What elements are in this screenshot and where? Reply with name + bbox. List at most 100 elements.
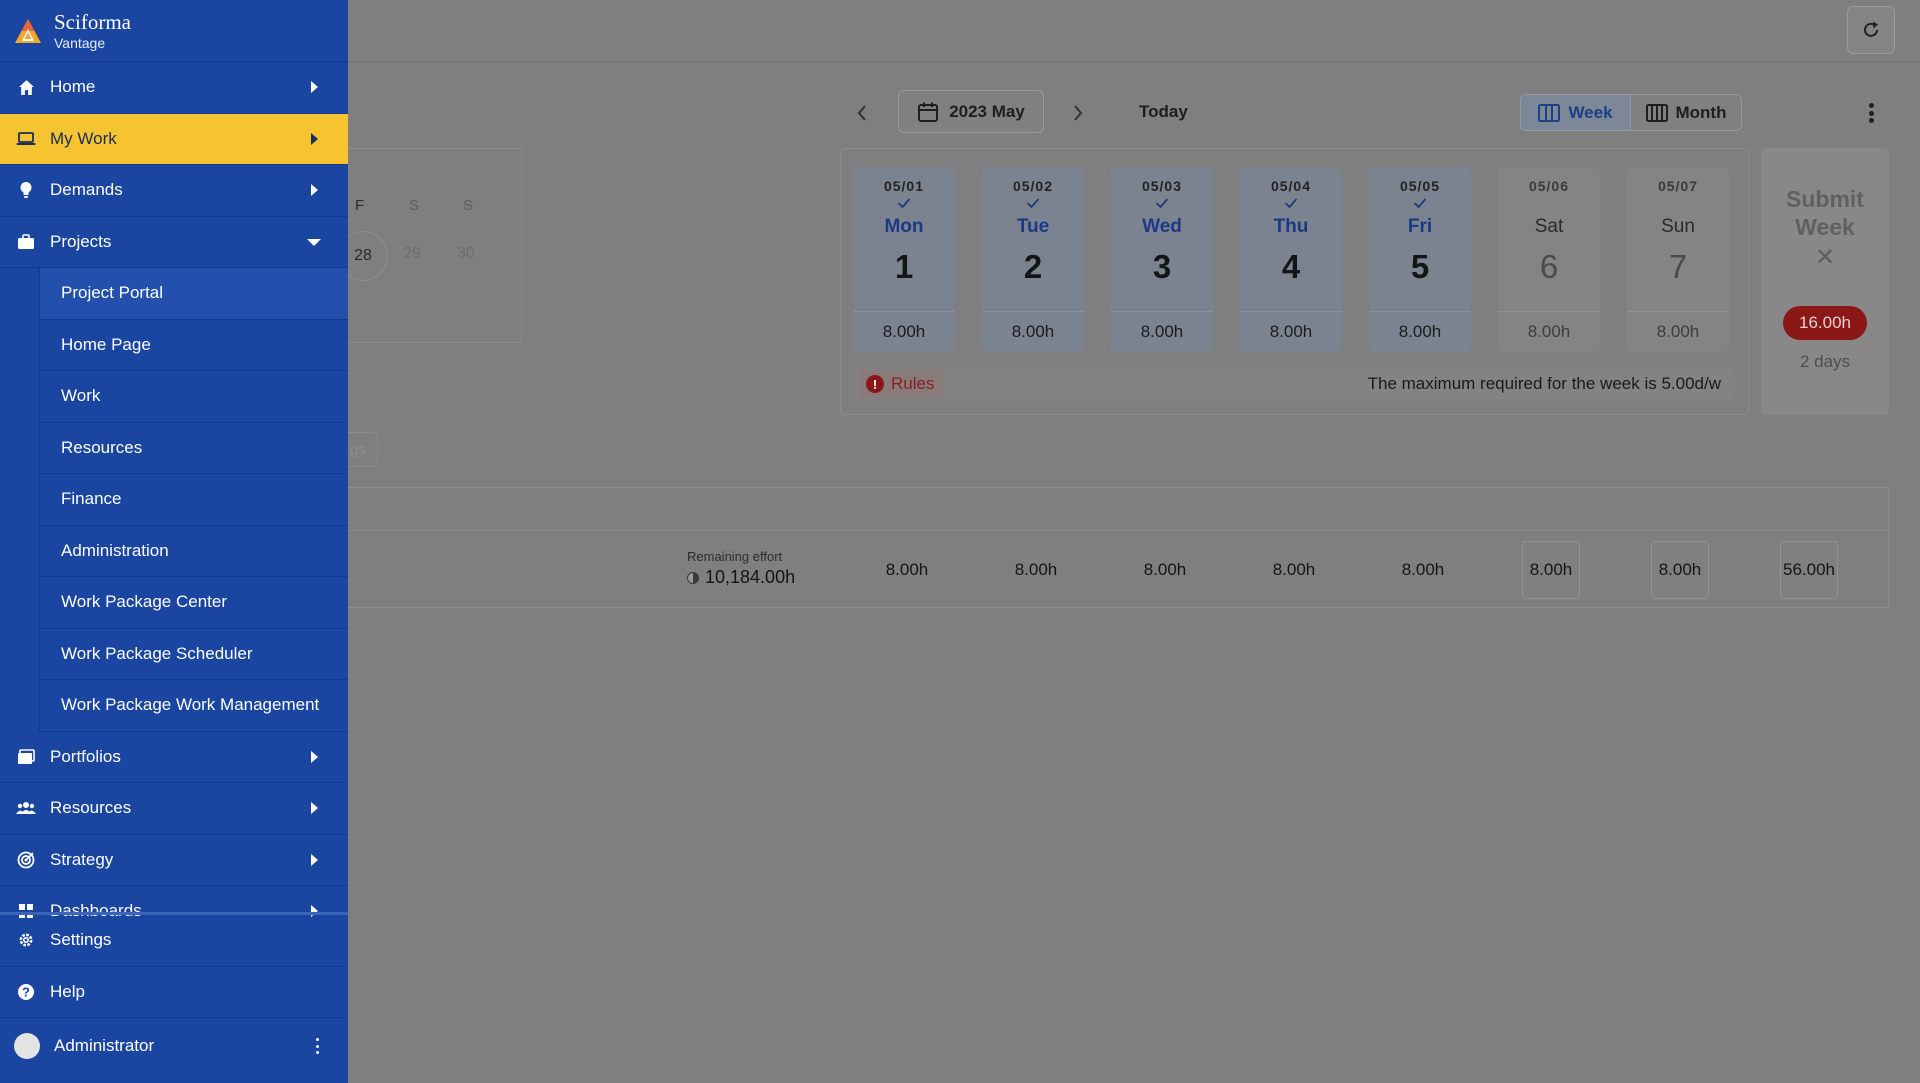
remaining-effort-label: Remaining effort: [687, 549, 783, 564]
sidebar-item-label: Home: [50, 77, 96, 97]
week-label: Week: [1568, 102, 1613, 122]
hours-cell-value: 8.00h: [1143, 559, 1187, 579]
day-card[interactable]: 05/01 Mon 1 8.00h: [853, 167, 955, 352]
period-label: 2023 May: [949, 101, 1025, 121]
day-number: 6: [1539, 248, 1559, 285]
day-number: 1: [894, 248, 914, 285]
day-card[interactable]: 05/06 Sat 6 8.00h: [1498, 167, 1600, 352]
sidebar-item-projects[interactable]: Projects: [0, 217, 348, 268]
sidebar-item-label: Help: [50, 981, 85, 1001]
briefcase-icon: [16, 232, 36, 252]
day-date: 05/01: [883, 178, 925, 194]
day-divider: [853, 311, 955, 312]
submenu-item-work-package-scheduler[interactable]: Work Package Scheduler: [39, 628, 348, 680]
month-view-button[interactable]: Month: [1631, 95, 1741, 130]
day-number: 7: [1668, 248, 1688, 285]
submit-week-button[interactable]: Submit Week ✕ 16.00h 2 days: [1761, 148, 1889, 415]
help-icon: ?: [16, 982, 36, 1002]
sidebar-item-portfolios[interactable]: Portfolios: [0, 732, 348, 783]
mini-calendar-day[interactable]: 30: [457, 245, 475, 263]
hours-cell[interactable]: 8.00h: [1521, 531, 1581, 608]
rules-bar: ! Rules The maximum required for the wee…: [856, 369, 1735, 399]
hours-cell[interactable]: 8.00h: [1135, 531, 1195, 608]
sidebar-item-settings[interactable]: Settings: [0, 915, 348, 967]
submit-title-line1: Submit: [1786, 186, 1864, 212]
hours-cell[interactable]: 8.00h: [1393, 531, 1453, 608]
month-columns-icon: [1645, 103, 1668, 122]
submenu-item-work-package-center[interactable]: Work Package Center: [39, 577, 348, 629]
hours-cell-value: 8.00h: [1014, 559, 1058, 579]
submenu-item-administration[interactable]: Administration: [39, 525, 348, 577]
laptop-icon: [16, 129, 36, 149]
day-hours: 8.00h: [882, 322, 926, 341]
hours-cell-value: 8.00h: [1651, 540, 1709, 599]
sidebar-item-demands[interactable]: Demands: [0, 165, 348, 217]
day-name: Tue: [1016, 216, 1050, 237]
folders-icon: [16, 747, 36, 767]
day-card[interactable]: 05/03 Wed 3 8.00h: [1111, 167, 1213, 352]
sidebar-bottom: Settings ? Help Administrator: [0, 912, 348, 1074]
submenu-item-project-portal[interactable]: Project Portal: [39, 268, 348, 320]
sidebar-item-strategy[interactable]: Strategy: [0, 835, 348, 886]
day-divider: [982, 311, 1084, 312]
brand[interactable]: Sciforma Vantage: [0, 0, 348, 62]
submenu-item-home-page[interactable]: Home Page: [39, 319, 348, 371]
today-button[interactable]: Today: [1139, 102, 1188, 122]
day-card[interactable]: 05/05 Fri 5 8.00h: [1369, 167, 1471, 352]
day-name: Sat: [1534, 216, 1564, 237]
day-divider: [1498, 311, 1600, 312]
week-view-button[interactable]: Week: [1521, 95, 1631, 130]
day-name: Wed: [1142, 216, 1182, 237]
hours-cell[interactable]: 8.00h: [1650, 531, 1710, 608]
submit-days: 2 days: [1799, 352, 1851, 371]
day-card[interactable]: 05/02 Tue 2 8.00h: [982, 167, 1084, 352]
refresh-button[interactable]: [1847, 6, 1895, 54]
total-cell[interactable]: 56.00h: [1779, 531, 1839, 608]
submenu-item-work[interactable]: Work: [39, 371, 348, 423]
sidebar-item-my-work[interactable]: My Work: [0, 113, 348, 165]
more-options-icon[interactable]: [1868, 103, 1874, 123]
table-header: [348, 487, 1889, 531]
hours-cell[interactable]: 8.00h: [877, 531, 937, 608]
chevron-right-icon[interactable]: [1072, 102, 1084, 128]
sidebar-item-label: My Work: [50, 128, 117, 148]
day-hours: 8.00h: [1140, 322, 1184, 341]
sidebar-item-home[interactable]: Home: [0, 62, 348, 114]
day-number: 4: [1281, 248, 1301, 285]
day-card[interactable]: 05/04 Thu 4 8.00h: [1240, 167, 1342, 352]
day-date: 05/05: [1399, 178, 1441, 194]
submenu-item-resources[interactable]: Resources: [39, 422, 348, 474]
sidebar-item-resources[interactable]: Resources: [0, 783, 348, 835]
mini-calendar-day[interactable]: 29: [403, 245, 421, 263]
refresh-icon: [1864, 21, 1878, 37]
day-date: 05/03: [1141, 178, 1183, 194]
table-row: Remaining effort 10,184.00h 8.00h 8.00h 8.…: [348, 531, 1889, 608]
hours-cell-value: 8.00h: [1522, 540, 1580, 599]
brand-name: Sciforma: [54, 9, 131, 34]
remaining-effort: Remaining effort 10,184.00h: [687, 549, 795, 588]
submenu-item-finance[interactable]: Finance: [39, 474, 348, 526]
user-menu-icon[interactable]: [316, 1038, 320, 1054]
remaining-effort-value: 10,184.00h: [705, 567, 796, 587]
hours-cell-value: 8.00h: [885, 559, 929, 579]
user-name: Administrator: [54, 1036, 155, 1055]
hours-cell[interactable]: 8.00h: [1006, 531, 1066, 608]
day-card[interactable]: 05/07 Sun 7 8.00h: [1627, 167, 1729, 352]
weekday-label: S: [409, 197, 420, 214]
day-divider: [1627, 311, 1729, 312]
chevron-left-icon[interactable]: [856, 102, 868, 128]
top-bar: [348, 0, 1920, 62]
hours-cell[interactable]: 8.00h: [1264, 531, 1324, 608]
checkmark-icon: [1369, 196, 1471, 216]
user-profile[interactable]: Administrator: [0, 1018, 348, 1074]
partially-hidden-button[interactable]: gs: [348, 432, 378, 467]
rules-button[interactable]: ! Rules: [858, 370, 944, 398]
day-divider: [1111, 311, 1213, 312]
target-icon: [16, 850, 36, 870]
projects-submenu: Project Portal Home Page Work Resources …: [0, 268, 348, 732]
total-cell-value: 56.00h: [1780, 540, 1838, 599]
period-picker-button[interactable]: 2023 May: [898, 90, 1044, 133]
submenu-item-work-package-work-management[interactable]: Work Package Work Management: [39, 680, 348, 732]
hours-cell-value: 8.00h: [1272, 559, 1316, 579]
sidebar-item-help[interactable]: ? Help: [0, 967, 348, 1018]
